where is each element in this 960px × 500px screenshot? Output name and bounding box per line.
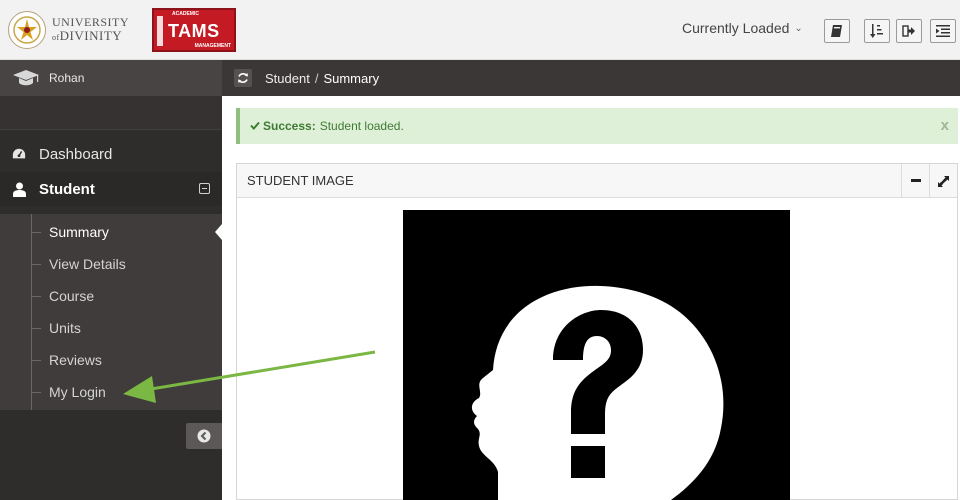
active-caret-icon [215, 224, 222, 240]
refresh-icon [238, 73, 248, 83]
tams-side-stripe [157, 16, 163, 46]
sidebar-item-dashboard[interactable]: Dashboard [0, 137, 222, 171]
tams-label: TAMS [168, 21, 220, 41]
submenu-tick [31, 360, 41, 361]
user-bar[interactable]: Rohan [0, 60, 222, 96]
submenu-item-label: My Login [49, 384, 106, 400]
submenu-item-summary[interactable]: Summary [0, 216, 222, 248]
university-name-of: of [52, 33, 60, 42]
book-icon [831, 25, 842, 37]
submenu-tick [31, 328, 41, 329]
menu-indent-icon [936, 25, 950, 37]
sign-out-button[interactable] [896, 19, 922, 43]
submenu-item-units[interactable]: Units [0, 312, 222, 344]
university-logo[interactable]: UNIVERSITY ofDIVINITY [8, 9, 146, 51]
submenu-item-course[interactable]: Course [0, 280, 222, 312]
breadcrumb-parent[interactable]: Student [265, 71, 310, 86]
breadcrumb-separator: / [314, 70, 319, 86]
university-seal-icon [8, 11, 46, 49]
sign-out-icon [902, 25, 915, 37]
book-button[interactable] [824, 19, 850, 43]
sort-icon [870, 24, 883, 38]
top-header: UNIVERSITY ofDIVINITY ACADEMIC TAMS MANA… [0, 0, 960, 60]
submenu-item-my-login[interactable]: My Login [0, 376, 222, 408]
check-icon [250, 119, 260, 133]
student-photo-placeholder [403, 210, 790, 500]
submenu-tick [31, 232, 41, 233]
currently-loaded-dropdown[interactable]: Currently Loaded ⌄ [682, 20, 803, 36]
currently-loaded-label: Currently Loaded [682, 20, 790, 36]
arrow-circle-left-icon [197, 429, 211, 443]
submenu-item-label: Units [49, 320, 81, 336]
sidebar-item-label: Dashboard [39, 145, 113, 163]
tams-bottom-label: MANAGEMENT [194, 43, 231, 49]
tachometer-icon [12, 146, 26, 162]
unknown-person-icon [471, 285, 724, 500]
submenu-tick [31, 392, 41, 393]
student-submenu: Summary View Details Course Units Review… [0, 214, 222, 410]
graduation-cap-icon [13, 70, 39, 86]
user-icon [12, 181, 26, 197]
success-alert: Success: Student loaded. x [236, 108, 958, 144]
alert-close-button[interactable]: x [941, 117, 949, 134]
sidebar-item-student[interactable]: Student [0, 172, 222, 206]
panel-expand-button[interactable] [929, 164, 957, 198]
student-image-panel: STUDENT IMAGE [236, 163, 958, 500]
alert-message: Student loaded. [319, 119, 404, 133]
university-name-line2: DIVINITY [59, 28, 123, 43]
tams-logo[interactable]: ACADEMIC TAMS MANAGEMENT [152, 8, 236, 52]
submenu-item-label: View Details [49, 256, 126, 272]
sidebar-spacer [0, 96, 222, 130]
sidebar: Rohan Dashboard Student Summary View Det… [0, 60, 222, 500]
refresh-button[interactable] [234, 69, 252, 87]
panel-header: STUDENT IMAGE [237, 164, 957, 198]
submenu-item-label: Course [49, 288, 95, 304]
menu-indent-button[interactable] [930, 19, 956, 43]
panel-title: STUDENT IMAGE [247, 173, 354, 188]
panel-minimize-button[interactable] [901, 164, 929, 198]
submenu-tick [31, 296, 41, 297]
sidebar-item-label: Student [39, 180, 95, 198]
expand-icon [938, 175, 949, 187]
chevron-down-icon: ⌄ [794, 22, 803, 34]
alert-title: Success: [263, 119, 316, 133]
sidebar-collapse-button[interactable] [186, 423, 222, 449]
user-name: Rohan [49, 71, 85, 85]
sort-button[interactable] [864, 19, 890, 43]
breadcrumb-current: Summary [323, 70, 380, 86]
submenu-item-view-details[interactable]: View Details [0, 248, 222, 280]
submenu-item-label: Reviews [49, 352, 102, 368]
submenu-item-label: Summary [49, 224, 109, 240]
minus-square-icon[interactable] [199, 183, 210, 194]
minus-icon [910, 179, 921, 182]
submenu-tick [31, 264, 41, 265]
tams-top-label: ACADEMIC [172, 11, 199, 17]
breadcrumb: Student / Summary [222, 60, 960, 96]
university-name: UNIVERSITY ofDIVINITY [52, 16, 129, 44]
submenu-item-reviews[interactable]: Reviews [0, 344, 222, 376]
